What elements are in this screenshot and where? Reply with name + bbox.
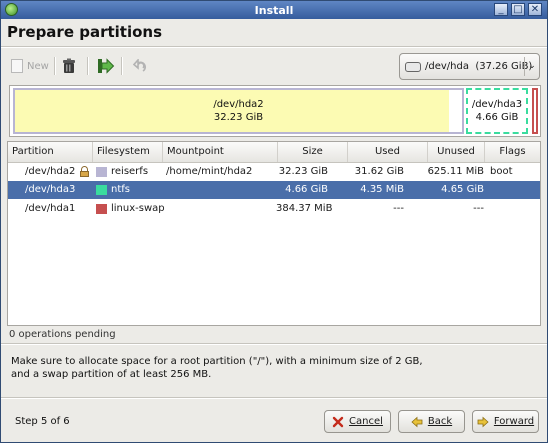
table-row[interactable]: /dev/hda3 ntfs 4.66 GiB 4.35 MiB 4.65 Gi… bbox=[8, 181, 540, 199]
toolbar-separator bbox=[121, 57, 123, 75]
partition-map-hda1[interactable] bbox=[532, 88, 538, 134]
partition-map-label: /dev/hda2 32.23 GiB bbox=[15, 98, 462, 124]
partition-table: Partition Filesystem Mountpoint Size Use… bbox=[7, 141, 541, 326]
column-header-partition[interactable]: Partition bbox=[8, 142, 93, 162]
new-document-icon bbox=[11, 59, 23, 73]
filesystem-cell: ntfs bbox=[111, 184, 130, 195]
used-cell: --- bbox=[393, 203, 404, 214]
maximize-button[interactable]: □ bbox=[511, 3, 525, 16]
new-partition-button[interactable]: New bbox=[11, 54, 49, 78]
unused-cell: --- bbox=[473, 203, 484, 214]
delete-partition-button[interactable] bbox=[62, 54, 76, 78]
unused-cell: 4.65 GiB bbox=[441, 184, 484, 195]
window-title: Install bbox=[254, 4, 294, 17]
partition-map-label: /dev/hda3 4.66 GiB bbox=[468, 98, 526, 124]
partition-cell: /dev/hda1 bbox=[25, 203, 76, 214]
used-cell: 4.35 MiB bbox=[360, 184, 404, 195]
partition-hint-text: Make sure to allocate space for a root p… bbox=[11, 356, 423, 380]
size-cell: 32.23 GiB bbox=[278, 166, 328, 177]
column-header-flags[interactable]: Flags bbox=[485, 142, 540, 162]
partition-map-size: 32.23 GiB bbox=[213, 112, 264, 123]
apply-arrow-icon bbox=[98, 58, 115, 74]
close-button[interactable]: ✕ bbox=[528, 3, 542, 16]
status-divider bbox=[1, 343, 547, 345]
minimize-button[interactable]: _ bbox=[494, 3, 508, 16]
mountpoint-cell: /home/mint/hda2 bbox=[166, 166, 253, 177]
column-header-used[interactable]: Used bbox=[348, 142, 428, 162]
filesystem-color-swatch bbox=[96, 167, 107, 177]
installer-window: Install _ □ ✕ Prepare partitions New /de… bbox=[0, 0, 548, 443]
harddisk-icon bbox=[405, 61, 421, 72]
partition-map-hda3[interactable]: /dev/hda3 4.66 GiB bbox=[466, 88, 528, 134]
back-arrow-icon bbox=[411, 416, 423, 427]
lock-icon bbox=[80, 166, 89, 177]
partition-map-name: /dev/hda3 bbox=[471, 99, 523, 110]
cancel-x-icon bbox=[332, 416, 344, 427]
forward-arrow-icon bbox=[477, 416, 489, 427]
cancel-button[interactable]: Cancel bbox=[324, 410, 391, 433]
forward-button-label: Forward bbox=[493, 416, 535, 427]
undo-button[interactable] bbox=[133, 54, 147, 78]
toolbar-separator bbox=[87, 57, 89, 75]
operations-status: 0 operations pending bbox=[9, 329, 116, 340]
header-divider bbox=[1, 46, 547, 48]
size-cell: 384.37 MiB bbox=[276, 203, 333, 214]
used-cell: 31.62 GiB bbox=[354, 166, 404, 177]
disk-selector[interactable]: /dev/hda (37.26 GiB) ⌄ bbox=[399, 53, 540, 80]
disk-selector-value: /dev/hda (37.26 GiB) bbox=[425, 61, 533, 72]
column-header-filesystem[interactable]: Filesystem bbox=[93, 142, 163, 162]
chevron-down-icon: ⌄ bbox=[524, 57, 539, 76]
page-title: Prepare partitions bbox=[7, 23, 163, 41]
size-cell: 4.66 GiB bbox=[285, 184, 328, 195]
step-indicator: Step 5 of 6 bbox=[15, 416, 70, 427]
apply-button[interactable] bbox=[97, 54, 115, 78]
partition-map-name: /dev/hda2 bbox=[213, 99, 264, 110]
forward-button[interactable]: Forward bbox=[472, 410, 539, 433]
filesystem-cell: reiserfs bbox=[111, 166, 149, 177]
column-header-size[interactable]: Size bbox=[278, 142, 348, 162]
table-row[interactable]: /dev/hda2 reiserfs /home/mint/hda2 32.23… bbox=[8, 163, 540, 181]
partition-map-hda2[interactable]: /dev/hda2 32.23 GiB bbox=[13, 88, 464, 134]
partition-map: /dev/hda2 32.23 GiB /dev/hda3 4.66 GiB bbox=[9, 85, 541, 137]
partition-map-size: 4.66 GiB bbox=[475, 112, 519, 123]
undo-icon bbox=[133, 59, 147, 72]
back-button[interactable]: Back bbox=[398, 410, 465, 433]
partition-cell: /dev/hda3 bbox=[25, 184, 76, 195]
filesystem-color-swatch bbox=[96, 185, 107, 195]
cancel-button-label: Cancel bbox=[349, 416, 383, 427]
filesystem-color-swatch bbox=[96, 204, 107, 214]
back-button-label: Back bbox=[427, 416, 453, 427]
toolbar-separator bbox=[54, 57, 56, 75]
column-header-unused[interactable]: Unused bbox=[428, 142, 485, 162]
table-header: Partition Filesystem Mountpoint Size Use… bbox=[8, 142, 540, 163]
title-bar: Install _ □ ✕ bbox=[1, 1, 547, 19]
partition-cell: /dev/hda2 bbox=[25, 166, 76, 177]
footer-divider bbox=[1, 397, 547, 399]
filesystem-cell: linux-swap bbox=[111, 203, 165, 214]
new-button-label: New bbox=[27, 60, 49, 72]
unused-cell: 625.11 MiB bbox=[427, 166, 484, 177]
table-row[interactable]: /dev/hda1 linux-swap 384.37 MiB --- --- bbox=[8, 200, 540, 218]
delete-icon bbox=[63, 58, 75, 73]
column-header-mountpoint[interactable]: Mountpoint bbox=[163, 142, 278, 162]
flags-cell: boot bbox=[490, 166, 513, 177]
